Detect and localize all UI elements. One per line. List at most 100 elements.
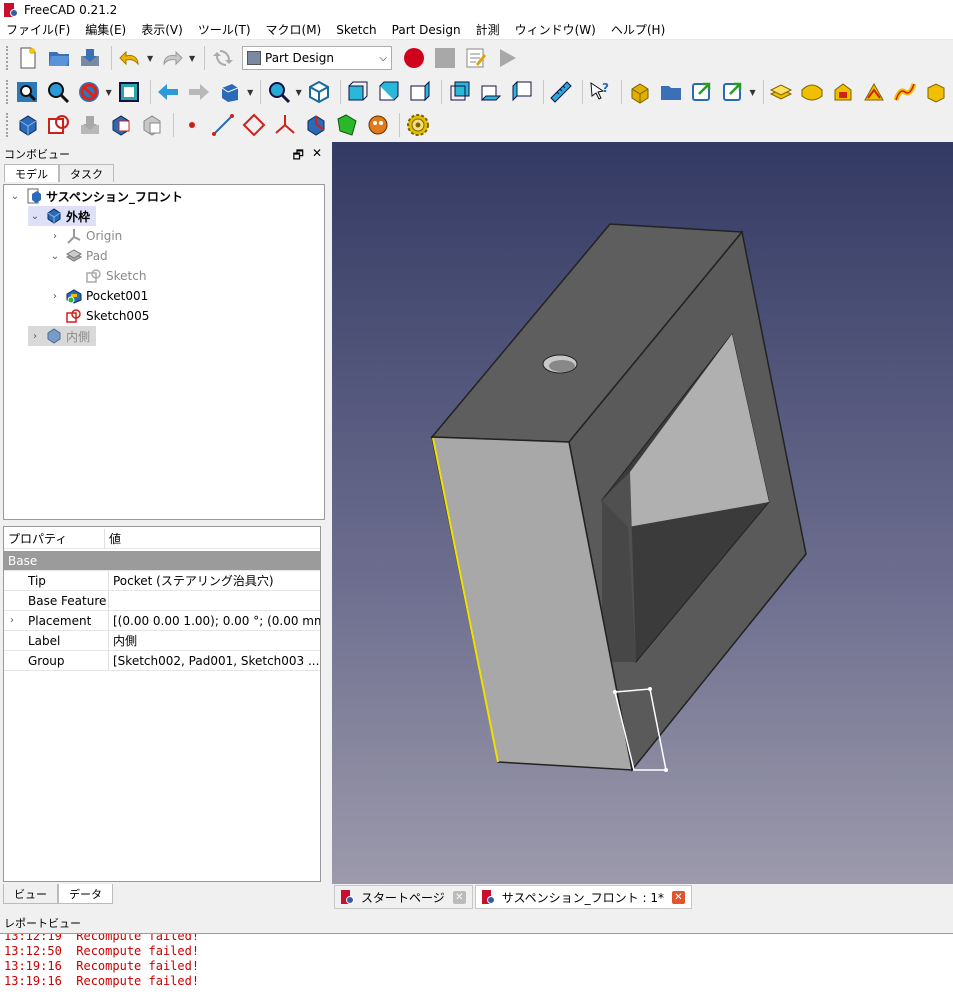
revolution-button[interactable]	[798, 78, 826, 106]
chevron-right-icon[interactable]: ›	[10, 615, 14, 626]
tab-start-page[interactable]: スタートページ ✕	[334, 885, 473, 909]
datum-plane-button[interactable]	[240, 111, 268, 139]
view-top-button[interactable]	[375, 78, 403, 106]
macro-stop-button[interactable]	[431, 44, 459, 72]
zoom-button[interactable]	[265, 78, 293, 106]
property-row-placement[interactable]: › Placement [(0.00 0.00 1.00); 0.00 °; (…	[4, 610, 320, 631]
undo-button[interactable]	[116, 44, 144, 72]
tab-suspension-front[interactable]: サスペンション_フロント : 1* ✕	[474, 885, 692, 909]
tree-item-origin[interactable]: › Origin	[48, 226, 122, 246]
property-row-group[interactable]: Group [Sketch002, Pad001, Sketch003 ...]	[4, 650, 320, 671]
save-button[interactable]	[76, 44, 104, 72]
redo-dropdown-icon[interactable]: ▼	[189, 54, 197, 63]
zoom-dropdown-icon[interactable]: ▼	[296, 88, 302, 97]
property-value[interactable]	[108, 590, 320, 611]
tree-item-document[interactable]: ⌄ サスペンション_フロント	[8, 186, 183, 206]
menu-help[interactable]: ヘルプ(H)	[611, 21, 665, 38]
additive-pipe-button[interactable]	[860, 78, 888, 106]
property-group-base[interactable]: Base	[4, 551, 320, 571]
sub-object-shape-binder-button[interactable]	[364, 111, 392, 139]
menu-window[interactable]: ウィンドウ(W)	[515, 21, 596, 38]
menu-measure[interactable]: 計測	[476, 21, 500, 38]
close-tab-icon[interactable]: ✕	[672, 890, 685, 904]
draw-style-dropdown-icon[interactable]: ▼	[106, 88, 112, 97]
redo-button[interactable]	[158, 44, 186, 72]
view-front-button[interactable]	[344, 78, 372, 106]
workbench-selector[interactable]: Part Design ⌵	[242, 46, 392, 70]
tree-item-sketch[interactable]: Sketch	[68, 266, 146, 286]
create-part-button[interactable]	[626, 78, 654, 106]
link-actions-dropdown-icon[interactable]: ▼	[750, 88, 756, 97]
open-folder-button[interactable]	[45, 44, 73, 72]
view-isometric-button[interactable]	[305, 78, 333, 106]
shape-binder-button[interactable]	[107, 111, 135, 139]
property-value[interactable]: 内側	[108, 630, 320, 651]
view-rear-button[interactable]	[446, 78, 474, 106]
toolbar-grip[interactable]	[6, 113, 10, 137]
view-left-button[interactable]	[508, 78, 536, 106]
tree-item-body-inner[interactable]: › 内側	[28, 326, 97, 346]
chevron-right-icon[interactable]: ›	[28, 331, 42, 342]
chevron-down-icon[interactable]: ⌄	[8, 191, 22, 202]
tab-task[interactable]: タスク	[59, 164, 114, 182]
tab-view-properties[interactable]: ビュー	[3, 884, 58, 904]
chevron-right-icon[interactable]: ›	[48, 231, 62, 242]
3d-model[interactable]	[332, 142, 953, 884]
property-row-label[interactable]: Label 内側	[4, 630, 320, 651]
tree-item-pad[interactable]: ⌄ Pad	[48, 246, 108, 266]
property-value[interactable]: [(0.00 0.00 1.00); 0.00 °; (0.00 mm 0.00…	[108, 610, 320, 631]
refresh-button[interactable]	[209, 44, 237, 72]
whats-this-button[interactable]: ?	[586, 78, 614, 106]
3d-viewport[interactable]	[332, 142, 953, 884]
fit-all-button[interactable]	[13, 78, 41, 106]
validate-sketch-button[interactable]	[76, 111, 104, 139]
close-tab-icon[interactable]: ✕	[452, 890, 466, 904]
chevron-right-icon[interactable]: ›	[48, 291, 62, 302]
tab-model[interactable]: モデル	[4, 164, 59, 182]
tree-item-body-outer[interactable]: ⌄ 外枠	[28, 206, 97, 226]
menu-edit[interactable]: 編集(E)	[85, 21, 126, 38]
menu-tools[interactable]: ツール(T)	[198, 21, 251, 38]
link-actions-button[interactable]	[719, 78, 747, 106]
additive-loft-button[interactable]	[829, 78, 857, 106]
nav-back-button[interactable]	[154, 78, 182, 106]
gear-button[interactable]	[404, 111, 432, 139]
property-row-base-feature[interactable]: Base Feature	[4, 590, 320, 611]
menu-macro[interactable]: マクロ(M)	[266, 21, 322, 38]
shape-binder-green-button[interactable]	[333, 111, 361, 139]
create-link-button[interactable]	[688, 78, 716, 106]
datum-line-button[interactable]	[209, 111, 237, 139]
property-value[interactable]: [Sketch002, Pad001, Sketch003 ...]	[108, 650, 320, 671]
menu-file[interactable]: ファイル(F)	[6, 21, 70, 38]
sub-shape-binder-button[interactable]	[302, 111, 330, 139]
report-view[interactable]: 13:12:19 Recompute failed! 13:12:50 Reco…	[0, 933, 953, 996]
undo-dropdown-icon[interactable]: ▼	[147, 54, 155, 63]
chevron-down-icon[interactable]: ⌄	[28, 211, 42, 222]
menu-view[interactable]: 表示(V)	[141, 21, 183, 38]
macro-record-button[interactable]	[400, 44, 428, 72]
std-views-button[interactable]	[216, 78, 244, 106]
draw-style-button[interactable]	[75, 78, 103, 106]
tree-item-pocket001[interactable]: › Pocket001	[48, 286, 148, 306]
std-views-dropdown-icon[interactable]: ▼	[247, 88, 253, 97]
toolbar-grip[interactable]	[6, 80, 9, 104]
create-sketch-button[interactable]	[45, 111, 73, 139]
float-panel-icon[interactable]: 🗗	[293, 146, 304, 167]
toolbar-grip[interactable]	[6, 46, 10, 70]
menu-part-design[interactable]: Part Design	[392, 23, 461, 37]
local-coordinate-system-button[interactable]	[271, 111, 299, 139]
nav-forward-button[interactable]	[185, 78, 213, 106]
menu-sketch[interactable]: Sketch	[336, 23, 376, 37]
datum-point-button[interactable]	[178, 111, 206, 139]
measure-distance-button[interactable]	[547, 78, 575, 106]
close-icon[interactable]: ✕	[312, 146, 322, 167]
macro-run-button[interactable]	[493, 44, 521, 72]
tree-item-sketch005[interactable]: Sketch005	[48, 306, 149, 326]
create-body-button[interactable]	[14, 111, 42, 139]
new-document-button[interactable]	[14, 44, 42, 72]
macro-edit-button[interactable]	[462, 44, 490, 72]
create-group-button[interactable]	[657, 78, 685, 106]
additive-helix-button[interactable]	[891, 78, 919, 106]
clone-button[interactable]	[138, 111, 166, 139]
property-value[interactable]: Pocket (ステアリング治具穴)	[108, 570, 320, 591]
